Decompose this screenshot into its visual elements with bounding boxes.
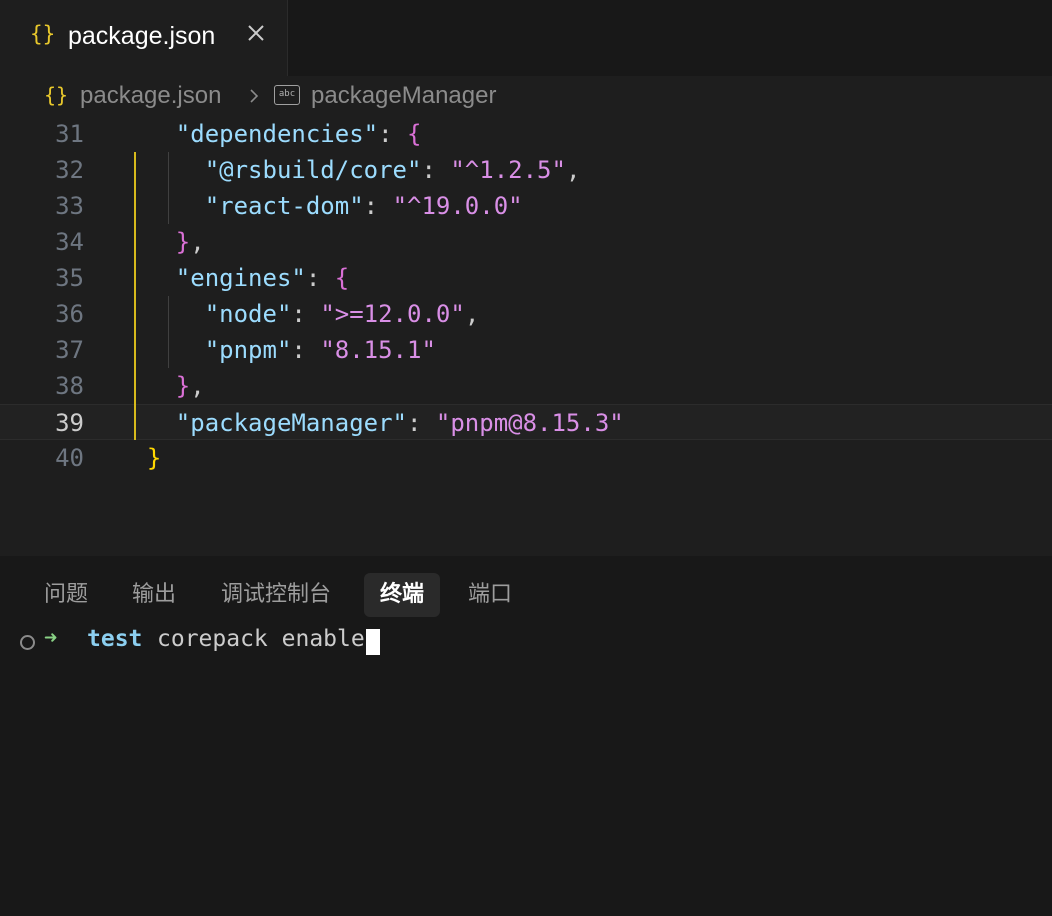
code-text: "packageManager": "pnpm@8.15.3" (175, 409, 624, 437)
code-text: "react-dom": "^19.0.0" (204, 192, 523, 220)
line-number: 39 (55, 409, 84, 437)
line-number: 32 (55, 156, 84, 184)
code-text: "pnpm": "8.15.1" (204, 336, 436, 364)
terminal-cursor (366, 629, 380, 655)
code-text: }, (175, 372, 205, 400)
close-icon[interactable] (243, 20, 269, 46)
tab-terminal[interactable]: 终端 (364, 573, 441, 617)
code-text: }, (175, 228, 205, 256)
line-number: 35 (55, 264, 84, 292)
line-number: 31 (55, 120, 84, 148)
chevron-right-icon (250, 89, 259, 103)
tab-output[interactable]: 输出 (132, 573, 176, 617)
line-number: 38 (55, 372, 84, 400)
tab-problems[interactable]: 问题 (44, 573, 88, 617)
line-number: 34 (55, 228, 84, 256)
code-text: "dependencies": { (175, 120, 422, 148)
code-text: "node": ">=12.0.0", (204, 300, 480, 328)
code-line[interactable]: 36 "node": ">=12.0.0", (0, 296, 1052, 332)
json-file-icon: {} (44, 83, 69, 107)
code-editor[interactable]: 40 } 39 "packageManager": "pnpm@8.15.3" 38… (0, 116, 1052, 556)
terminal-line[interactable]: ➜ test corepack enable (0, 620, 1052, 670)
command-status-icon (20, 635, 35, 650)
breadcrumb-file[interactable]: package.json (80, 82, 221, 110)
breadcrumb: {} package.json abc packageManager (0, 76, 1052, 116)
code-line[interactable]: 31 "dependencies": { (0, 116, 1052, 152)
tab-ports[interactable]: 端口 (468, 573, 512, 617)
line-number: 33 (55, 192, 84, 220)
bottom-panel: 问题 输出 调试控制台 终端 端口 ➜ test corepack enable (0, 556, 1052, 916)
code-line[interactable]: 34 }, (0, 224, 1052, 260)
tab-label: package.json (68, 22, 216, 50)
bracket-guide-yellow (134, 152, 136, 440)
code-text: } (146, 444, 162, 472)
terminal-command: corepack enable (157, 626, 365, 652)
line-number: 37 (55, 336, 84, 364)
prompt-arrow-icon: ➜ (44, 626, 58, 651)
tab-package-json[interactable]: {} package.json (0, 0, 288, 76)
code-line[interactable]: 37 "pnpm": "8.15.1" (0, 332, 1052, 368)
indent-guide-dependencies (168, 152, 169, 224)
code-line[interactable]: 38 }, (0, 368, 1052, 404)
line-number: 40 (55, 444, 84, 472)
code-line[interactable]: 35 "engines": { (0, 260, 1052, 296)
code-line[interactable]: 39 "packageManager": "pnpm@8.15.3" (0, 404, 1052, 440)
indent-guide-engines (168, 296, 169, 368)
prompt-directory: test (87, 626, 143, 652)
code-line[interactable]: 40 } (0, 440, 1052, 476)
code-text: "@rsbuild/core": "^1.2.5", (204, 156, 581, 184)
code-line[interactable]: 32 "@rsbuild/core": "^1.2.5", (0, 152, 1052, 188)
code-line[interactable]: 33 "react-dom": "^19.0.0" (0, 188, 1052, 224)
string-symbol-icon: abc (274, 85, 300, 105)
line-number: 36 (55, 300, 84, 328)
tab-debug-console[interactable]: 调试控制台 (221, 573, 331, 617)
json-file-icon: {} (30, 22, 56, 46)
editor-tab-bar: {} package.json (0, 0, 1052, 76)
code-text: "engines": { (175, 264, 350, 292)
breadcrumb-symbol[interactable]: packageManager (311, 82, 496, 110)
